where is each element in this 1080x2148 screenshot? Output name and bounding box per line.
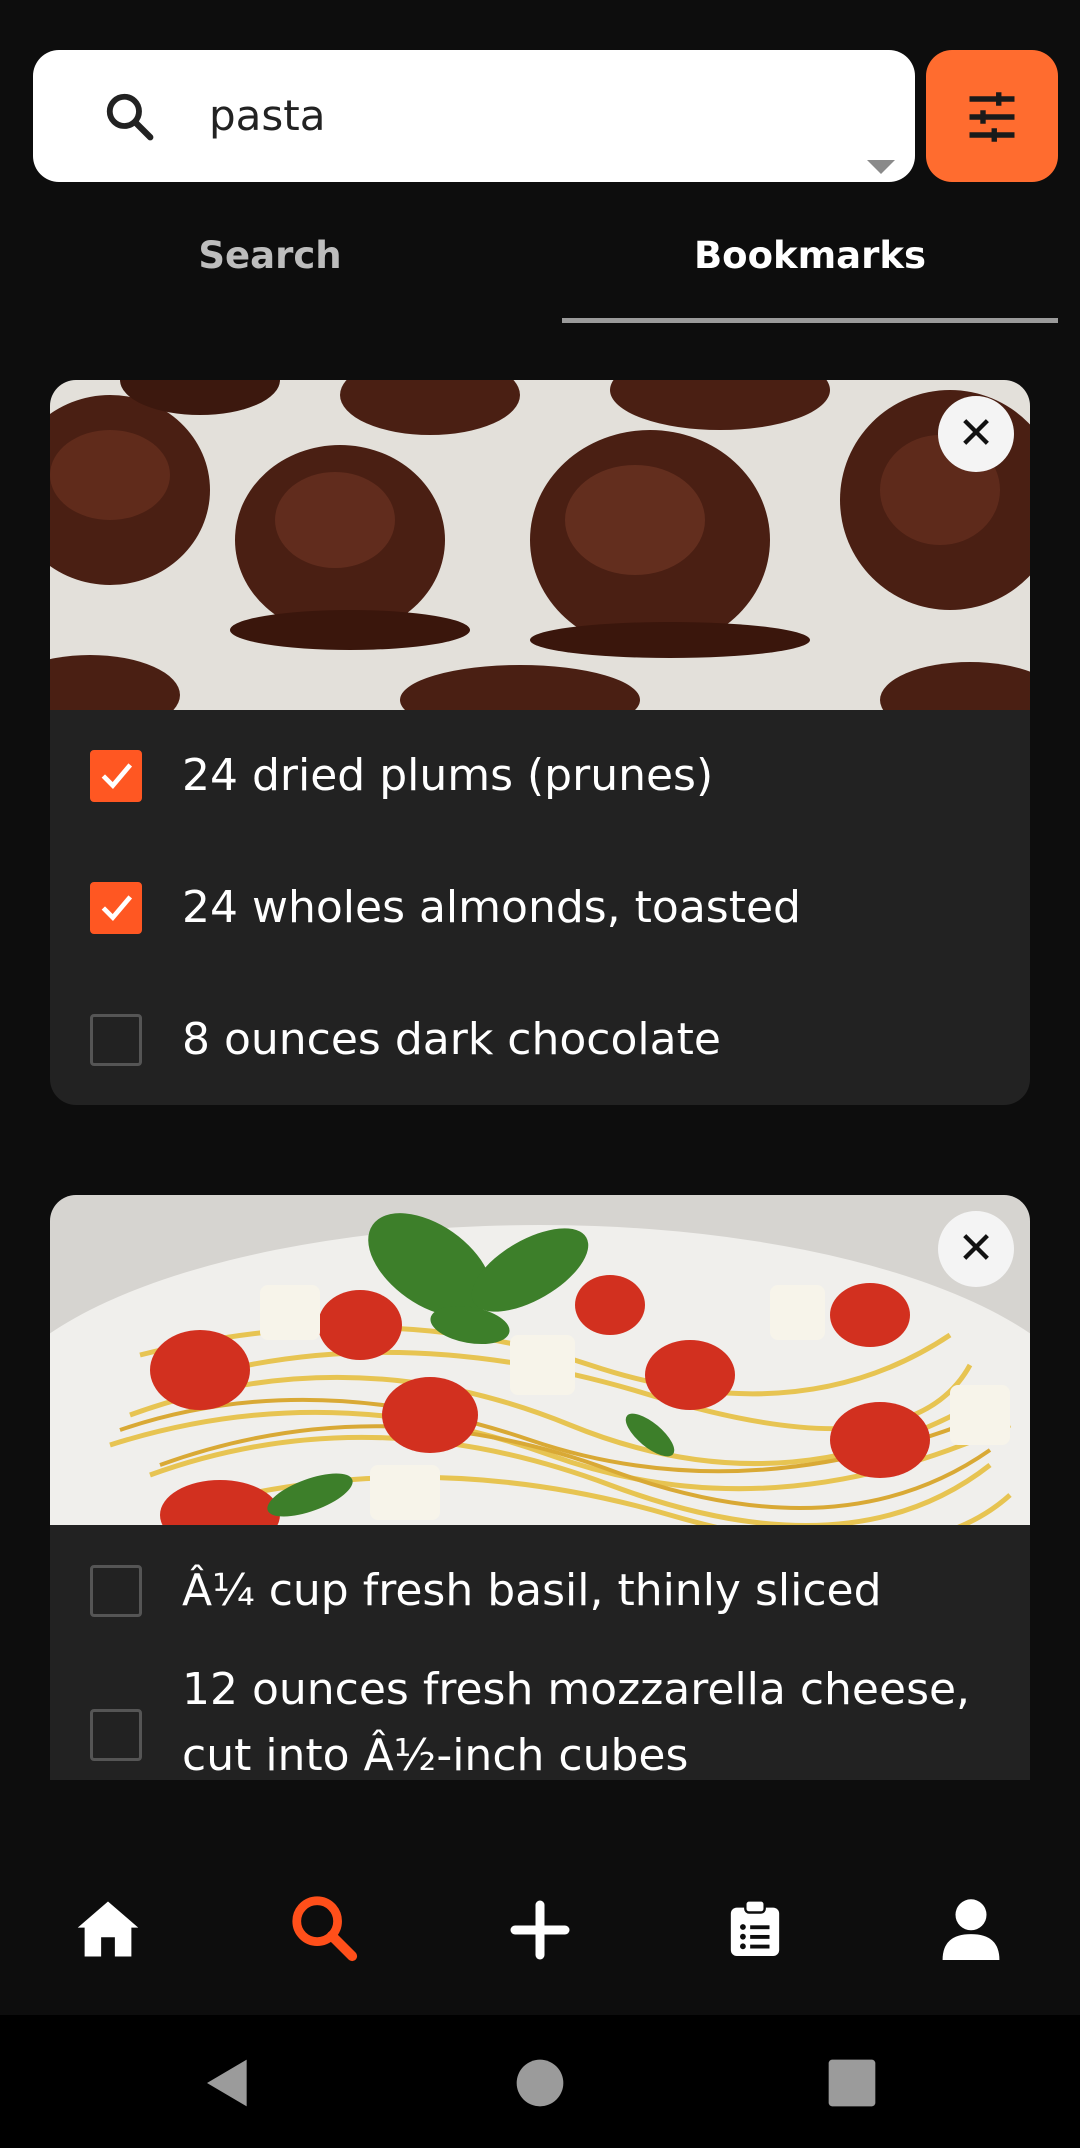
close-icon: ✕ xyxy=(957,408,995,459)
ingredient-checkbox[interactable] xyxy=(90,882,142,934)
ingredient-item[interactable]: Â¼ cup fresh basil, thinly sliced xyxy=(50,1545,1030,1655)
recents-icon[interactable] xyxy=(824,2055,880,2111)
nav-home[interactable] xyxy=(0,1840,216,2015)
ingredient-item[interactable]: 24 dried plums (prunes) xyxy=(50,730,1030,840)
check-icon xyxy=(101,763,133,790)
user-icon xyxy=(942,1899,1000,1960)
filter-button[interactable] xyxy=(926,50,1058,182)
bookmark-card[interactable]: ✕ Â¼ cup fresh basil, thinly sliced 12 o… xyxy=(50,1195,1030,1780)
ingredient-item[interactable]: 8 ounces dark chocolate xyxy=(50,994,1030,1104)
tab-bookmarks[interactable]: Bookmarks xyxy=(562,226,1058,286)
ingredient-item[interactable]: 12 ounces fresh mozzarella cheese, cut i… xyxy=(50,1657,1030,1780)
nav-profile[interactable] xyxy=(864,1840,1080,2015)
remove-bookmark-button[interactable]: ✕ xyxy=(938,1211,1014,1287)
ingredient-text: 12 ounces fresh mozzarella cheese, cut i… xyxy=(182,1664,971,1780)
ingredient-text: Â¼ cup fresh basil, thinly sliced xyxy=(182,1565,882,1616)
back-icon[interactable] xyxy=(200,2055,256,2111)
nav-add[interactable] xyxy=(432,1840,648,2015)
ingredient-text: 24 dried plums (prunes) xyxy=(182,750,714,801)
add-icon xyxy=(510,1900,570,1960)
ingredient-text: 8 ounces dark chocolate xyxy=(182,1014,721,1065)
ingredient-checkbox[interactable] xyxy=(90,1565,142,1617)
ingredient-item[interactable]: 24 wholes almonds, toasted xyxy=(50,862,1030,972)
system-navigation-bar xyxy=(0,2015,1080,2148)
search-icon xyxy=(292,1896,358,1962)
remove-bookmark-button[interactable]: ✕ xyxy=(938,396,1014,472)
dropdown-arrow-icon[interactable] xyxy=(867,160,895,174)
check-icon xyxy=(101,895,133,922)
home-circle-icon[interactable] xyxy=(512,2055,568,2111)
bookmark-card[interactable]: ✕ 24 dried plums (prunes) 24 wholes almo… xyxy=(50,380,1030,1105)
clipboard-list-icon xyxy=(730,1899,780,1956)
tab-search[interactable]: Search xyxy=(0,226,540,286)
nav-lists[interactable] xyxy=(648,1840,864,2015)
home-icon xyxy=(77,1901,139,1957)
search-query[interactable]: pasta xyxy=(209,86,325,146)
bottom-navigation xyxy=(0,1840,1080,2015)
tab-indicator xyxy=(562,318,1058,323)
ingredient-checkbox[interactable] xyxy=(90,750,142,802)
close-icon: ✕ xyxy=(957,1223,995,1274)
recipe-image xyxy=(50,1195,1030,1525)
ingredient-checkbox[interactable] xyxy=(90,1014,142,1066)
search-icon xyxy=(106,93,154,141)
ingredient-checkbox[interactable] xyxy=(90,1709,142,1761)
nav-search[interactable] xyxy=(216,1840,432,2015)
recipe-image xyxy=(50,380,1030,710)
search-field[interactable]: pasta xyxy=(33,50,915,182)
sliders-icon xyxy=(969,92,1015,142)
ingredient-text: 24 wholes almonds, toasted xyxy=(182,882,801,933)
